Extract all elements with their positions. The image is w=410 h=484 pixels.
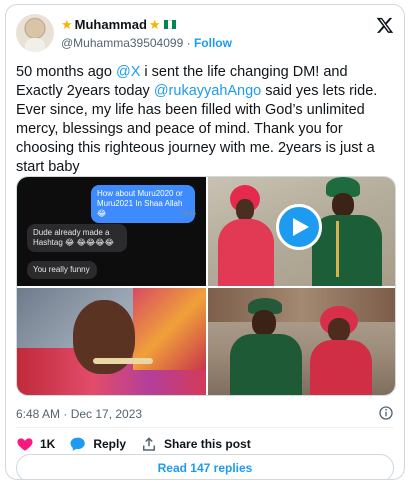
divider bbox=[16, 427, 394, 428]
face bbox=[252, 310, 276, 336]
chat-bubble-outgoing: How about Muru2020 or Muru2021 In Shaa A… bbox=[91, 185, 195, 223]
play-button[interactable] bbox=[276, 204, 322, 250]
like-count: 1K bbox=[40, 437, 56, 451]
author-handle[interactable]: @Muhamma39504099 bbox=[61, 36, 183, 50]
uniform bbox=[230, 334, 302, 395]
aiguillette bbox=[336, 221, 339, 277]
tweet-text: 50 months ago @X i sent the life changin… bbox=[16, 63, 398, 177]
share-button[interactable]: Share this post bbox=[140, 435, 251, 453]
face bbox=[328, 318, 350, 342]
nigeria-flag-icon bbox=[163, 20, 176, 29]
x-logo-icon[interactable] bbox=[376, 16, 394, 34]
face bbox=[236, 199, 254, 221]
face bbox=[332, 193, 354, 217]
media-grid: How about Muru2020 or Muru2021 In Shaa A… bbox=[16, 176, 396, 396]
author-name[interactable]: Muhammad bbox=[75, 17, 147, 32]
tweet-timestamp[interactable]: 6:48 AM · Dec 17, 2023 bbox=[16, 407, 142, 421]
tweet-text-part: 50 months ago bbox=[16, 64, 116, 80]
share-icon bbox=[143, 437, 156, 451]
play-icon bbox=[293, 218, 309, 236]
author-handle-row: @Muhamma39504099 · Follow bbox=[61, 36, 232, 50]
like-button[interactable]: 1K bbox=[16, 435, 55, 453]
chat-bubble-incoming: You really funny bbox=[27, 261, 97, 279]
star-icon: ★ bbox=[148, 17, 161, 32]
follow-button[interactable]: Follow bbox=[194, 36, 232, 50]
share-label: Share this post bbox=[164, 437, 251, 451]
media-video-thumbnail[interactable] bbox=[208, 177, 395, 286]
avatar[interactable] bbox=[16, 14, 54, 52]
tweet-card: ★ Muhammad ★ @Muhamma39504099 · Follow 5… bbox=[5, 4, 405, 480]
mention-link[interactable]: @X bbox=[116, 64, 140, 80]
action-bar: 1K Reply Share this post bbox=[16, 435, 251, 453]
separator-dot: · bbox=[186, 36, 194, 50]
chat-bubble-incoming: Dude already made a Hashtag 😂 😂😂😂😂 bbox=[27, 224, 127, 252]
media-photo[interactable] bbox=[208, 288, 395, 395]
mention-link[interactable]: @rukayyahAngo bbox=[154, 83, 261, 99]
reply-label: Reply bbox=[93, 437, 127, 451]
dress bbox=[218, 219, 274, 286]
read-replies-button[interactable]: Read 147 replies bbox=[16, 454, 394, 479]
curtain bbox=[208, 288, 395, 322]
dress bbox=[310, 340, 372, 395]
media-chat-screenshot[interactable]: How about Muru2020 or Muru2021 In Shaa A… bbox=[17, 177, 206, 286]
author-name-row[interactable]: ★ Muhammad ★ bbox=[61, 17, 176, 32]
jewelry bbox=[93, 358, 153, 364]
star-icon: ★ bbox=[61, 17, 73, 32]
chat-timestamp: 16:45 bbox=[181, 211, 197, 217]
heart-icon bbox=[17, 438, 33, 451]
reply-button[interactable]: Reply bbox=[69, 435, 126, 453]
media-photo[interactable] bbox=[17, 288, 206, 395]
info-icon[interactable] bbox=[378, 405, 394, 421]
reply-bubble-icon bbox=[70, 437, 86, 451]
uniform bbox=[312, 215, 382, 286]
